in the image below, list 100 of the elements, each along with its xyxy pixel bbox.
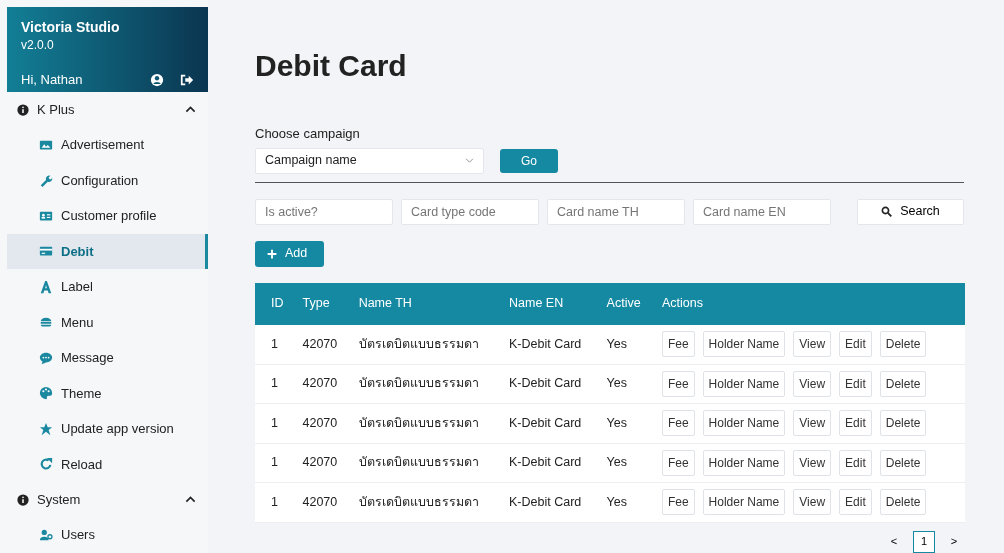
action-button[interactable]: Fee xyxy=(661,410,695,437)
profile-button[interactable] xyxy=(150,72,164,87)
app-name: Victoria Studio xyxy=(21,19,121,36)
table-cell: 1 xyxy=(255,443,287,483)
table-cell: บัตรเดบิตแบบธรรมดา xyxy=(342,482,493,522)
sidebar-item[interactable]: Label xyxy=(7,269,208,305)
table-cell: บัตรเดบิตแบบธรรมดา xyxy=(342,443,493,483)
action-button[interactable]: Delete xyxy=(879,370,927,397)
table-cell: 42070 xyxy=(286,482,343,522)
action-button[interactable]: View xyxy=(793,489,832,516)
add-button[interactable]: Add xyxy=(255,240,324,267)
column-header: Active xyxy=(590,282,646,325)
sidebar-item[interactable]: Users xyxy=(7,517,208,553)
action-button[interactable]: Fee xyxy=(661,449,695,476)
action-button[interactable]: Holder Name xyxy=(702,331,786,357)
table-cell: 42070 xyxy=(286,443,343,483)
table-cell: K-Debit Card xyxy=(493,324,591,364)
column-header: Type xyxy=(286,282,343,325)
action-button[interactable]: View xyxy=(793,370,832,397)
group-label: System xyxy=(37,490,81,509)
sidebar-item[interactable]: Update app version xyxy=(7,411,208,447)
table-cell: 1 xyxy=(255,364,287,404)
chevron-down-icon xyxy=(465,156,474,165)
palette-icon xyxy=(39,386,53,401)
page-button[interactable]: 1 xyxy=(913,530,935,553)
table-cell: 1 xyxy=(255,403,287,443)
column-header: Name EN xyxy=(493,282,591,325)
search-icon xyxy=(881,206,893,217)
group-label: K Plus xyxy=(37,100,75,119)
sidebar-item[interactable]: Menu xyxy=(7,304,208,340)
users-icon xyxy=(39,527,53,542)
campaign-select[interactable]: Campaign name xyxy=(255,147,484,174)
action-button[interactable]: Delete xyxy=(879,449,927,476)
logout-icon xyxy=(180,72,194,87)
action-button[interactable]: Edit xyxy=(839,489,872,516)
table-cell: K-Debit Card xyxy=(493,403,591,443)
action-button[interactable]: Fee xyxy=(661,489,695,516)
column-header: Name TH xyxy=(342,282,493,325)
letter-icon xyxy=(39,279,53,294)
logout-button[interactable] xyxy=(180,72,194,87)
action-button[interactable]: Holder Name xyxy=(702,489,786,516)
table-cell: บัตรเดบิตแบบธรรมดา xyxy=(342,324,493,364)
sidebar-item[interactable]: Debit xyxy=(7,233,208,269)
action-button[interactable]: Holder Name xyxy=(702,370,786,397)
table-cell: 42070 xyxy=(286,403,343,443)
action-button[interactable]: Holder Name xyxy=(702,449,786,476)
filter-field[interactable]: Card type code xyxy=(401,198,539,225)
search-button[interactable]: Search xyxy=(857,198,964,225)
filter-field[interactable]: Card name TH xyxy=(547,198,685,225)
table-cell: บัตรเดบิตแบบธรรมดา xyxy=(342,403,493,443)
table-cell: K-Debit Card xyxy=(493,443,591,483)
next-page-button[interactable]: > xyxy=(943,530,965,553)
table-cell: 1 xyxy=(255,324,287,364)
star-icon xyxy=(39,421,53,436)
table-cell: K-Debit Card xyxy=(493,364,591,404)
go-button[interactable]: Go xyxy=(500,148,558,173)
sidebar-item[interactable]: Configuration xyxy=(7,162,208,198)
version-label: v2.0.0 xyxy=(21,36,55,54)
action-button[interactable]: Holder Name xyxy=(702,410,786,437)
action-button[interactable]: Edit xyxy=(839,370,872,397)
action-button[interactable]: Delete xyxy=(879,410,927,437)
table-cell: บัตรเดบิตแบบธรรมดา xyxy=(342,364,493,404)
action-button[interactable]: Delete xyxy=(879,331,927,357)
table-cell: K-Debit Card xyxy=(493,482,591,522)
action-button[interactable]: View xyxy=(793,410,832,437)
sidebar-item[interactable]: Message xyxy=(7,340,208,376)
wrench-icon xyxy=(39,173,53,188)
reload-icon xyxy=(39,457,53,472)
filter-field[interactable]: Is active? xyxy=(255,198,393,225)
table-cell: 42070 xyxy=(286,324,343,364)
info-icon xyxy=(17,493,29,506)
sidebar-item[interactable]: Advertisement xyxy=(7,127,208,163)
table-cell: Yes xyxy=(590,364,646,404)
table-cell: 1 xyxy=(255,482,287,522)
menu-group[interactable]: K Plus xyxy=(7,92,208,127)
previous-page-button[interactable]: < xyxy=(883,530,905,553)
action-button[interactable]: Delete xyxy=(879,489,927,516)
action-button[interactable]: View xyxy=(793,449,832,476)
info-icon xyxy=(17,103,29,116)
table-cell: Yes xyxy=(590,482,646,522)
column-header: Actions xyxy=(645,282,965,325)
plus-icon xyxy=(267,248,277,259)
sidebar-item[interactable]: Customer profile xyxy=(7,198,208,234)
filter-field[interactable]: Card name EN xyxy=(693,198,831,225)
action-button[interactable]: View xyxy=(793,331,832,357)
table-cell: Yes xyxy=(590,324,646,364)
action-button[interactable]: Fee xyxy=(661,370,695,397)
sidebar-item[interactable]: Theme xyxy=(7,375,208,411)
table-cell: Yes xyxy=(590,403,646,443)
action-button[interactable]: Edit xyxy=(839,410,872,437)
column-header: ID xyxy=(255,282,287,325)
table-cell: 42070 xyxy=(286,364,343,404)
action-button[interactable]: Edit xyxy=(839,331,872,357)
user-icon xyxy=(150,72,164,87)
action-button[interactable]: Fee xyxy=(661,331,695,357)
sidebar-item[interactable]: Reload xyxy=(7,446,208,482)
page-title: Debit Card xyxy=(255,48,408,84)
campaign-label: Choose campaign xyxy=(255,125,361,143)
action-button[interactable]: Edit xyxy=(839,449,872,476)
menu-group[interactable]: System xyxy=(7,482,208,517)
